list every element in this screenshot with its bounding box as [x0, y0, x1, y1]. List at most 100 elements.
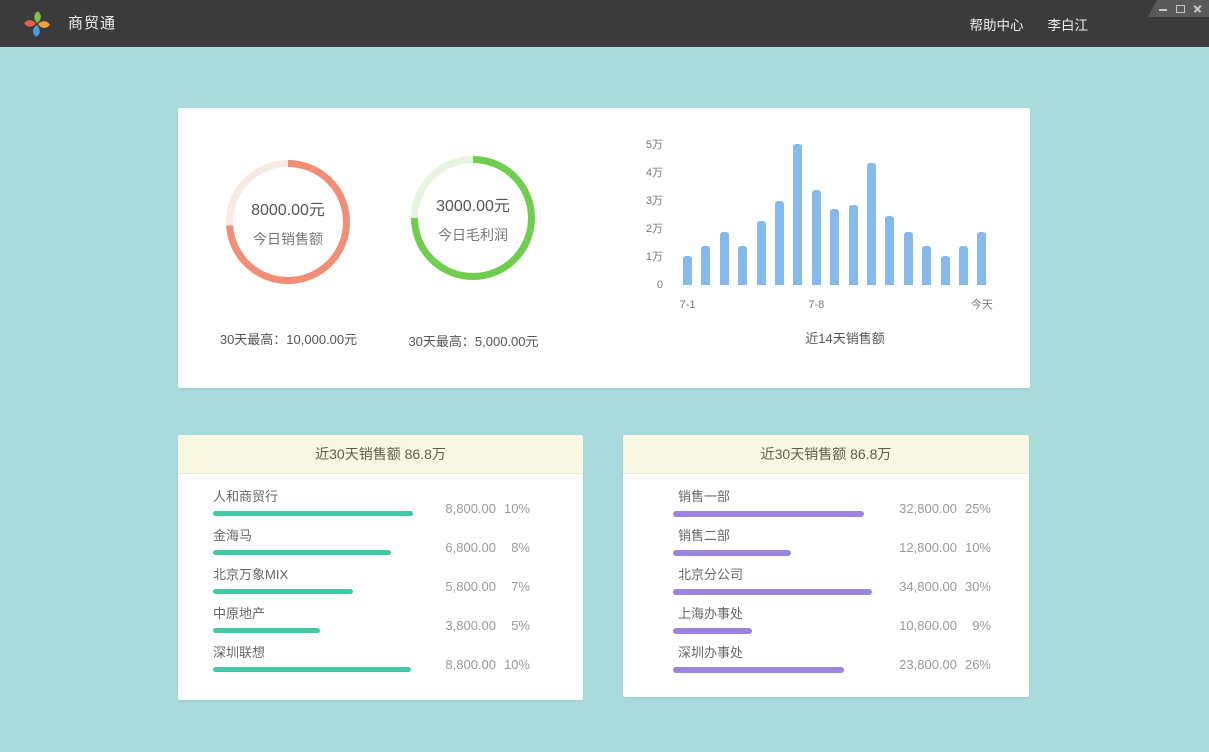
- trend-bar: [922, 246, 931, 285]
- trend-bar: [941, 256, 950, 285]
- trend-bar: [683, 256, 692, 285]
- window-minimize-button[interactable]: [1158, 3, 1168, 15]
- trend-x-tick: 7-1: [658, 298, 718, 313]
- trend-y-tick: 0: [623, 278, 663, 293]
- trend-bar: [867, 163, 876, 285]
- rank-row-percent: 25%: [957, 501, 991, 516]
- rank-row-percent: 5%: [496, 618, 530, 633]
- rank-row: 北京分公司34,800.0030%: [623, 564, 1029, 603]
- trend-bar: [738, 246, 747, 285]
- trend-bar: [757, 221, 766, 285]
- trend-y-tick: 4万: [623, 166, 663, 181]
- rank-row: 销售一部32,800.0025%: [623, 486, 1029, 525]
- department-rank-title: 近30天销售额 86.8万: [623, 435, 1029, 474]
- rank-row-values: 6,800.008%: [416, 540, 530, 555]
- rank-row-values: 34,800.0030%: [865, 579, 991, 594]
- rank-row-amount: 34,800.00: [865, 579, 957, 594]
- maximize-icon: [1176, 5, 1185, 13]
- trend-bar: [849, 205, 858, 285]
- trend-title: 近14天销售额: [695, 328, 995, 347]
- rank-row-values: 10,800.009%: [865, 618, 991, 633]
- rank-row-values: 3,800.005%: [416, 618, 530, 633]
- rank-row-percent: 30%: [957, 579, 991, 594]
- rank-row-bar: [673, 589, 872, 595]
- rank-row: 金海马6,800.008%: [178, 525, 583, 564]
- trend-y-tick: 1万: [623, 250, 663, 265]
- trend-bar: [977, 232, 986, 285]
- rank-row-bar: [213, 628, 320, 633]
- customer-rank-list: 人和商贸行8,800.0010%金海马6,800.008%北京万象MIX5,80…: [178, 474, 583, 681]
- trend-bar: [701, 246, 710, 285]
- trend-bar: [959, 246, 968, 285]
- customer-rank-card: 近30天销售额 86.8万 人和商贸行8,800.0010%金海马6,800.0…: [178, 435, 583, 700]
- trend-bar: [830, 209, 839, 285]
- rank-row-values: 32,800.0025%: [865, 501, 991, 516]
- rank-row-amount: 8,800.00: [416, 501, 496, 516]
- trend-bar: [885, 216, 894, 285]
- trend-bar: [904, 232, 913, 285]
- rank-row-bar: [673, 550, 791, 556]
- rank-row: 深圳联想8,800.0010%: [178, 642, 583, 681]
- rank-row: 北京万象MIX5,800.007%: [178, 564, 583, 603]
- trend-bar: [812, 190, 821, 285]
- rank-row-percent: 9%: [957, 618, 991, 633]
- rank-row-bar: [673, 628, 752, 634]
- trend-y-tick: 5万: [623, 138, 663, 153]
- rank-row-values: 5,800.007%: [416, 579, 530, 594]
- rank-row-bar: [673, 511, 864, 517]
- rank-row-amount: 3,800.00: [416, 618, 496, 633]
- customer-rank-title: 近30天销售额 86.8万: [178, 435, 583, 474]
- trend-bar: [720, 232, 729, 285]
- rank-row-bar: [213, 667, 411, 672]
- department-rank-card: 近30天销售额 86.8万 销售一部32,800.0025%销售二部12,800…: [623, 435, 1029, 697]
- pinwheel-logo-icon: [21, 8, 53, 40]
- rank-row-amount: 8,800.00: [416, 657, 496, 672]
- close-icon: [1193, 5, 1201, 13]
- trend-x-tick: 7-8: [786, 298, 846, 313]
- rank-row: 上海办事处10,800.009%: [623, 603, 1029, 642]
- rank-row-values: 23,800.0026%: [865, 657, 991, 672]
- rank-row-percent: 26%: [957, 657, 991, 672]
- rank-row-bar: [213, 511, 413, 516]
- rank-row-amount: 10,800.00: [865, 618, 957, 633]
- rank-row-values: 8,800.0010%: [416, 657, 530, 672]
- trend-bar: [775, 201, 784, 285]
- trend-bars: [683, 138, 995, 285]
- rank-row-amount: 6,800.00: [416, 540, 496, 555]
- titlebar: 商贸通 帮助中心 李白江: [0, 0, 1209, 47]
- logo-petals: [24, 11, 50, 37]
- trend-bar: [793, 144, 802, 285]
- window-controls: [1148, 0, 1209, 17]
- trend-y-tick: 3万: [623, 194, 663, 209]
- rank-row-percent: 10%: [496, 501, 530, 516]
- user-menu[interactable]: 李白江: [1048, 14, 1089, 34]
- overview-card: 8000.00元 今日销售额 3000.00元 今日毛利润 30天最高：10,0…: [178, 108, 1030, 388]
- trend-y-tick: 2万: [623, 222, 663, 237]
- titlebar-links: 帮助中心 李白江: [970, 0, 1089, 47]
- app-title: 商贸通: [68, 0, 116, 47]
- rank-row: 中原地产3,800.005%: [178, 603, 583, 642]
- sales-trend-chart: 0 1万 2万 3万 4万 5万 7-1 7-8 今天 近14天销售额: [178, 108, 1030, 388]
- rank-row-bar: [673, 667, 844, 673]
- rank-row-percent: 7%: [496, 579, 530, 594]
- rank-row-amount: 5,800.00: [416, 579, 496, 594]
- rank-row-bar: [213, 550, 391, 555]
- rank-row-percent: 8%: [496, 540, 530, 555]
- department-rank-list: 销售一部32,800.0025%销售二部12,800.0010%北京分公司34,…: [623, 474, 1029, 681]
- rank-row-percent: 10%: [496, 657, 530, 672]
- rank-row: 深圳办事处23,800.0026%: [623, 642, 1029, 681]
- window-close-button[interactable]: [1192, 3, 1202, 15]
- rank-row-amount: 12,800.00: [865, 540, 957, 555]
- trend-x-tick: 今天: [952, 298, 1012, 313]
- rank-row-amount: 32,800.00: [865, 501, 957, 516]
- rank-row-values: 12,800.0010%: [865, 540, 991, 555]
- window-maximize-button[interactable]: [1175, 3, 1185, 15]
- rank-row: 销售二部12,800.0010%: [623, 525, 1029, 564]
- rank-row-percent: 10%: [957, 540, 991, 555]
- rank-row: 人和商贸行8,800.0010%: [178, 486, 583, 525]
- rank-row-bar: [213, 589, 353, 594]
- minimize-icon: [1159, 9, 1167, 11]
- rank-row-values: 8,800.0010%: [416, 501, 530, 516]
- rank-row-amount: 23,800.00: [865, 657, 957, 672]
- help-center-link[interactable]: 帮助中心: [970, 14, 1024, 34]
